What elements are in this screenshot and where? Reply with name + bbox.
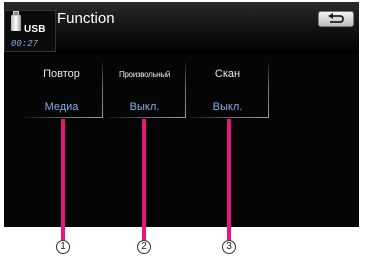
usb-stick-icon	[11, 11, 21, 31]
back-button[interactable]	[318, 11, 354, 27]
function-label-random: Произвольный	[118, 70, 171, 79]
header-bar: USB 00:27 Function	[4, 2, 359, 54]
cell-underline	[24, 117, 103, 118]
source-label: USB	[24, 24, 46, 35]
callout-line-2	[142, 119, 146, 240]
function-value-repeat: Медиа	[44, 101, 79, 113]
source-badge: USB 00:27	[4, 10, 56, 52]
callout-line-1	[61, 119, 65, 240]
callout-number-2: 2	[136, 240, 154, 256]
function-label-repeat: Повтор	[43, 68, 80, 80]
device-screen: USB 00:27 Function Повтор Медиа Произвол…	[4, 2, 359, 227]
callout-digit: 3	[226, 241, 232, 252]
function-value-random: Выкл.	[129, 101, 160, 113]
callout-digit: 1	[60, 241, 66, 252]
callout-digit: 2	[141, 241, 147, 252]
cell-divider	[268, 62, 269, 118]
callout-number-1: 1	[55, 240, 73, 256]
return-arrow-icon	[328, 13, 344, 23]
callout-number-3: 3	[221, 240, 239, 256]
function-random[interactable]: Произвольный Выкл.	[103, 56, 186, 118]
elapsed-time: 00:27	[11, 39, 39, 49]
callout-line-3	[227, 119, 231, 240]
function-repeat[interactable]: Повтор Медиа	[20, 56, 103, 118]
function-label-scan: Скан	[214, 68, 241, 80]
screen-title: Function	[57, 10, 115, 27]
function-scan[interactable]: Скан Выкл.	[186, 56, 269, 118]
function-value-scan: Выкл.	[212, 101, 243, 113]
cell-underline	[190, 117, 269, 118]
cell-underline	[107, 117, 186, 118]
